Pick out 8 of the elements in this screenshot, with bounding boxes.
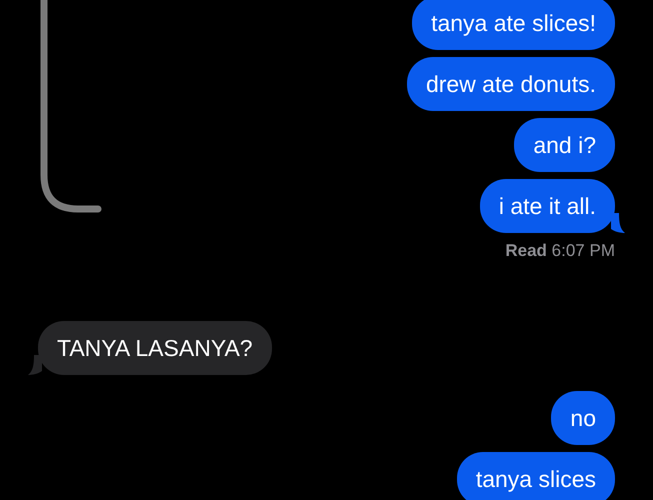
message-bubble: tanya slices — [456, 452, 615, 500]
message-bubble: TANYA LASANYA? — [38, 321, 272, 375]
message-bubble: and i? — [514, 118, 615, 172]
message-bubble: tanya ate slices! — [412, 0, 615, 50]
message-bubble: i ate it all. — [480, 179, 615, 233]
message-bubble: no — [551, 391, 615, 445]
read-receipt: Read 6:07 PM — [505, 241, 615, 261]
message-bubble: drew ate donuts. — [406, 57, 615, 111]
